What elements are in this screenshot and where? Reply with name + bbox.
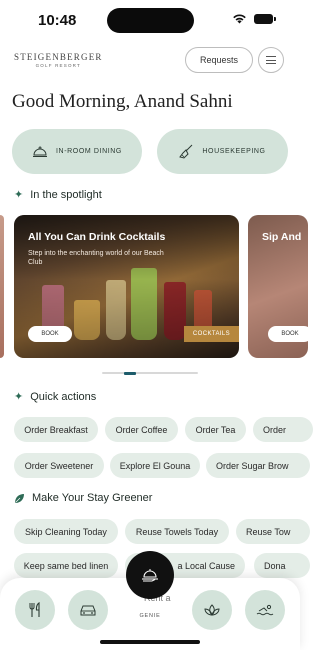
battery-icon (254, 14, 276, 24)
wifi-icon (233, 14, 246, 24)
leaf-icon (15, 493, 24, 503)
greener-title: Make Your Stay Greener (32, 492, 153, 504)
in-room-dining-button[interactable]: IN-ROOM DINING (12, 129, 142, 174)
requests-button[interactable]: Requests (185, 47, 253, 73)
cloche-icon (33, 146, 48, 157)
menu-icon-line (266, 56, 276, 57)
chip-order-tea[interactable]: Order Tea (185, 417, 246, 442)
spotlight-card-previous[interactable] (0, 215, 4, 358)
spotlight-card-next[interactable]: Sip And BOOK (248, 215, 308, 358)
nav-wellness-button[interactable] (192, 590, 232, 630)
nav-pool-button[interactable] (245, 590, 285, 630)
card-title: Sip And (262, 231, 302, 243)
pager-active-indicator (124, 371, 136, 375)
housekeeping-label: HOUSEKEEPING (202, 148, 266, 155)
nav-car-button[interactable] (68, 590, 108, 630)
lotus-icon (204, 604, 220, 616)
brand-subtitle: GOLF RESORT (35, 63, 81, 68)
carousel-pager (102, 371, 198, 375)
chip-skip-cleaning[interactable]: Skip Cleaning Today (14, 519, 118, 544)
spotlight-card-cocktails[interactable]: All You Can Drink Cocktails Step into th… (14, 215, 239, 358)
fork-knife-icon (29, 602, 40, 617)
status-bar: 10:48 (0, 0, 300, 40)
menu-icon-line (266, 63, 276, 64)
greeting-title: Good Morning, Anand Sahni (12, 91, 233, 112)
greener-heading: Make Your Stay Greener (14, 492, 152, 504)
chip-keep-bed-linen[interactable]: Keep same bed linen (14, 553, 118, 578)
book-button[interactable]: BOOK (268, 326, 308, 342)
broom-icon (179, 144, 193, 159)
spotlight-heading: ✦ In the spotlight (14, 188, 102, 202)
housekeeping-button[interactable]: HOUSEKEEPING (157, 129, 288, 174)
chip-order-breakfast[interactable]: Order Breakfast (14, 417, 98, 442)
dynamic-island (107, 8, 194, 33)
car-icon (80, 605, 96, 615)
swim-icon (256, 604, 274, 615)
cocktails-tag: COCKTAILS (184, 326, 239, 342)
book-button[interactable]: BOOK (28, 326, 72, 342)
in-room-dining-label: IN-ROOM DINING (56, 148, 122, 155)
card-title: All You Can Drink Cocktails (28, 231, 166, 243)
genie-label: GENIE (139, 613, 161, 619)
menu-button[interactable] (258, 47, 284, 73)
sparkle-icon: ✦ (14, 189, 24, 201)
menu-icon-line (266, 59, 276, 61)
chip-reuse-towels-2[interactable]: Reuse Tow (236, 519, 310, 544)
chip-order[interactable]: Order (253, 417, 313, 442)
concierge-bell-icon (142, 569, 158, 582)
status-time: 10:48 (38, 12, 77, 29)
nav-dining-button[interactable] (15, 590, 55, 630)
chip-explore-el-gouna[interactable]: Explore El Gouna (110, 453, 200, 478)
chip-reuse-towels[interactable]: Reuse Towels Today (125, 519, 229, 544)
chip-order-sweetener[interactable]: Order Sweetener (14, 453, 104, 478)
card-description: Step into the enchanting world of our Be… (28, 250, 164, 266)
hotel-logo: STEIGENBERGER GOLF RESORT (14, 52, 103, 68)
chip-order-sugar-brown[interactable]: Order Sugar Brow (206, 453, 310, 478)
spotlight-title: In the spotlight (30, 188, 102, 201)
chip-donate[interactable]: Dona (254, 553, 310, 578)
genie-button[interactable] (126, 551, 174, 599)
chip-order-coffee[interactable]: Order Coffee (105, 417, 178, 442)
sparkle-icon: ✦ (14, 391, 24, 403)
quick-actions-title: Quick actions (30, 390, 97, 403)
brand-name: STEIGENBERGER (14, 52, 103, 62)
home-indicator (100, 640, 200, 644)
quick-actions-heading: ✦ Quick actions (14, 390, 97, 404)
